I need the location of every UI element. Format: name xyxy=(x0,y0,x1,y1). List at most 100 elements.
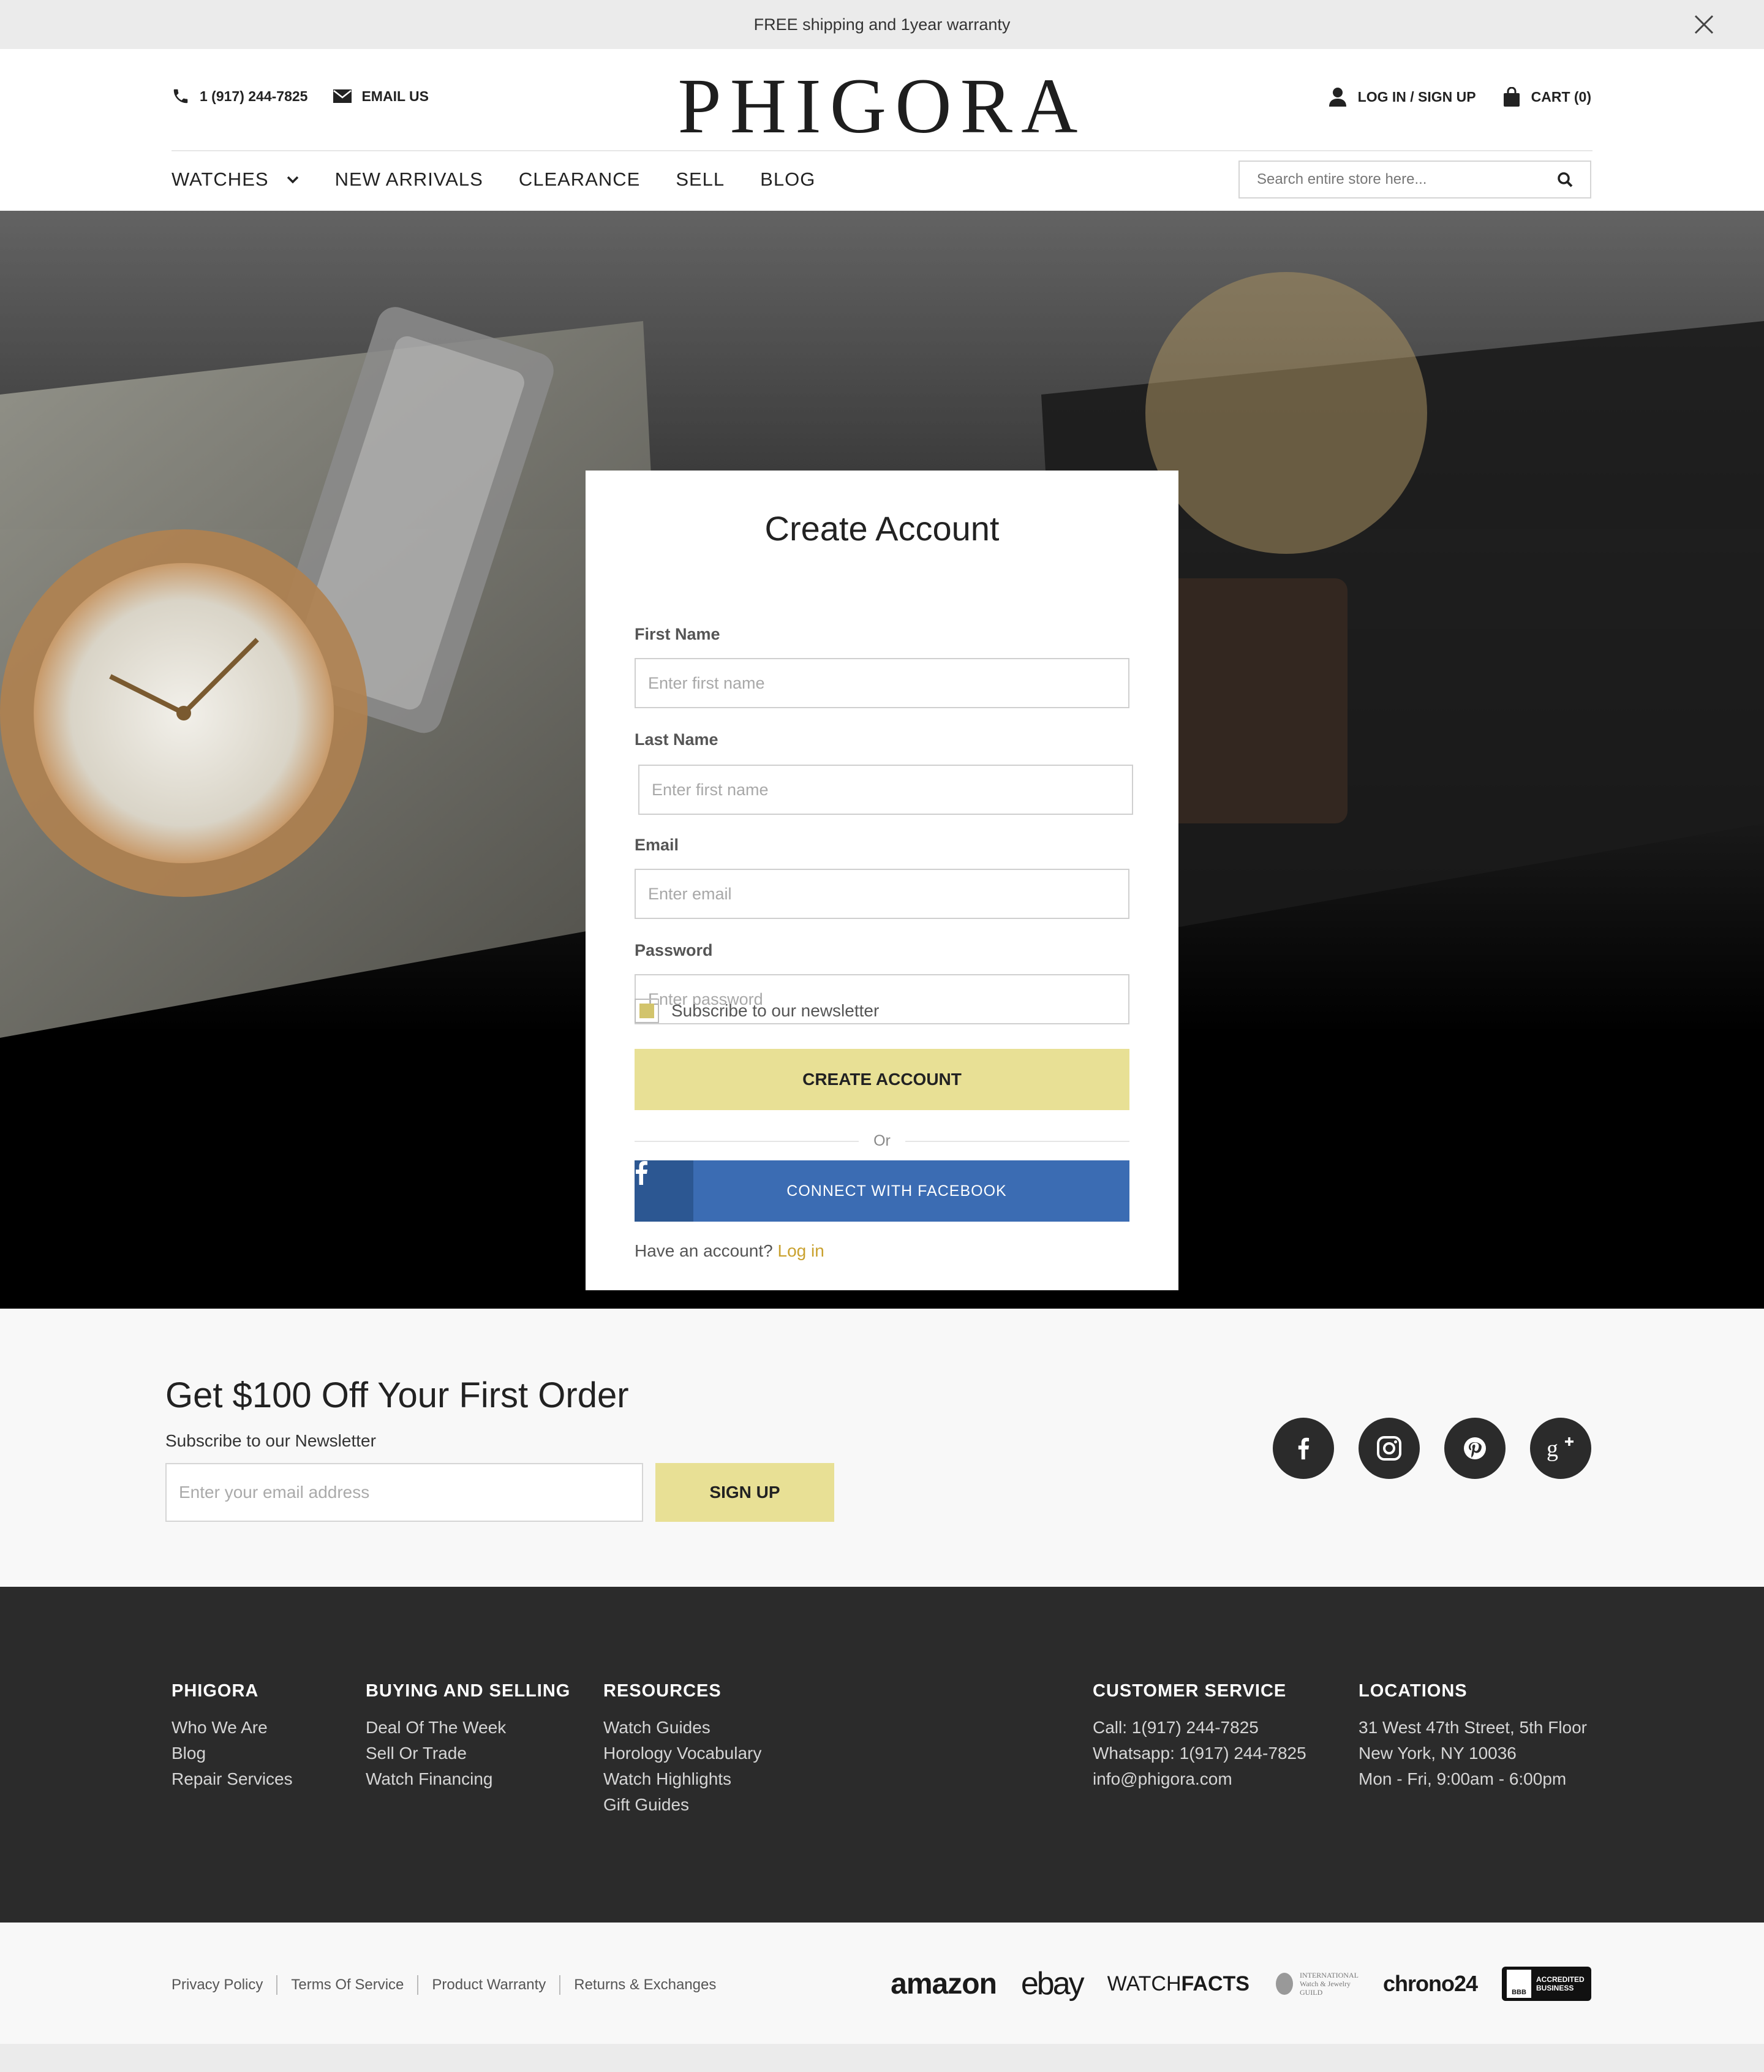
login-link[interactable]: Log in xyxy=(778,1241,824,1260)
legal-link-warranty[interactable]: Product Warranty xyxy=(432,1976,546,1994)
newsletter-email-input[interactable]: Enter your email address xyxy=(165,1463,643,1522)
guild-emblem-icon xyxy=(1275,1973,1293,1995)
first-name-field[interactable]: Enter first name xyxy=(635,658,1129,708)
create-account-button[interactable]: CREATE ACCOUNT xyxy=(635,1049,1129,1110)
footer-col-locations: LOCATIONS 31 West 47th Street, 5th Floor… xyxy=(1359,1681,1587,1792)
create-account-card: Create Account First Name Enter first na… xyxy=(586,471,1178,1290)
checkbox-fill xyxy=(639,1004,654,1018)
instagram-social-link[interactable] xyxy=(1359,1418,1420,1479)
site-footer: PHIGORA Who We Are Blog Repair Services … xyxy=(0,1587,1764,1923)
footer-col-title: PHIGORA xyxy=(172,1681,259,1701)
login-link[interactable]: LOG IN / SIGN UP xyxy=(1329,87,1476,107)
chrono24-logo[interactable]: chrono24 xyxy=(1382,1971,1478,1997)
sign-up-label: SIGN UP xyxy=(709,1483,780,1502)
legal-links: Privacy Policy Terms Of Service Product … xyxy=(172,1975,716,1995)
ebay-logo[interactable]: ebay xyxy=(1021,1965,1085,2002)
sign-up-button[interactable]: SIGN UP xyxy=(655,1463,834,1522)
watch-jewelry-guild-logo[interactable]: INTERNATIONAL Watch & Jewelry GUILD xyxy=(1274,1971,1359,1997)
footer-col-title: RESOURCES xyxy=(603,1681,722,1701)
or-divider: Or xyxy=(635,1132,1129,1150)
close-icon[interactable] xyxy=(1693,13,1715,36)
facebook-connect-button[interactable]: CONNECT WITH FACEBOOK xyxy=(635,1160,1129,1222)
newsletter-checkbox-label: Subscribe to our newsletter xyxy=(671,1001,880,1020)
footer-link[interactable]: Whatsapp: 1(917) 244-7825 xyxy=(1093,1741,1306,1766)
nav-item-blog[interactable]: BLOG xyxy=(760,168,815,191)
amazon-logo[interactable]: amazon xyxy=(891,1967,997,2001)
legal-separator xyxy=(276,1975,278,1995)
bbb-line: ACCREDITED xyxy=(1536,1975,1585,1984)
shopping-bag-icon xyxy=(1503,87,1520,107)
guild-line: Watch & Jewelry xyxy=(1299,1979,1351,1988)
footer-link[interactable]: Who We Are xyxy=(172,1715,293,1741)
last-name-field[interactable]: Enter first name xyxy=(638,765,1133,815)
page-bottom-strip xyxy=(0,2044,1764,2072)
user-icon xyxy=(1329,88,1346,107)
have-account-row: Have an account? Log in xyxy=(635,1241,824,1261)
search-icon[interactable] xyxy=(1557,172,1573,187)
bbb-accredited-logo[interactable]: BBB ACCREDITED BUSINESS xyxy=(1502,1967,1591,2001)
footer-col-buying-selling: BUYING AND SELLING Deal Of The Week Sell… xyxy=(366,1681,570,1792)
social-links: g xyxy=(1273,1418,1591,1479)
create-account-label: CREATE ACCOUNT xyxy=(802,1070,962,1089)
watchfacts-logo[interactable]: WATCHFACTS xyxy=(1107,1972,1250,1996)
footer-link[interactable]: Watch Financing xyxy=(366,1766,570,1792)
cart-link[interactable]: CART (0) xyxy=(1503,87,1591,107)
nav-item-new-arrivals[interactable]: NEW ARRIVALS xyxy=(335,168,483,191)
guild-line: GUILD xyxy=(1299,1988,1323,1997)
nav-item-clearance[interactable]: CLEARANCE xyxy=(519,168,641,191)
bbb-line: BUSINESS xyxy=(1536,1984,1574,1992)
facebook-icon-box xyxy=(635,1160,693,1222)
chrono24-logo-text: chrono24 xyxy=(1382,1971,1478,1996)
password-label: Password xyxy=(635,941,713,959)
partner-logos: amazon ebay WATCHFACTS INTERNATIONAL Wat… xyxy=(891,1959,1591,2008)
email-label: Email xyxy=(635,836,679,854)
legal-link-returns[interactable]: Returns & Exchanges xyxy=(574,1976,716,1994)
footer-col-title: CUSTOMER SERVICE xyxy=(1093,1681,1287,1701)
or-line-right xyxy=(905,1140,1129,1142)
last-name-placeholder: Enter first name xyxy=(652,780,769,799)
newsletter-email-placeholder: Enter your email address xyxy=(179,1483,370,1502)
announcement-bar: FREE shipping and 1year warranty xyxy=(0,0,1764,49)
guild-line: INTERNATIONAL xyxy=(1299,1971,1359,1979)
footer-link[interactable]: Sell Or Trade xyxy=(366,1741,570,1766)
search-placeholder: Search entire store here... xyxy=(1257,171,1427,187)
footer-link[interactable]: info@phigora.com xyxy=(1093,1766,1306,1792)
footer-link[interactable]: Horology Vocabulary xyxy=(603,1741,761,1766)
nav-label: CLEARANCE xyxy=(518,168,641,190)
email-placeholder: Enter email xyxy=(648,884,732,903)
legal-link-terms[interactable]: Terms Of Service xyxy=(291,1976,404,1994)
have-account-text: Have an account? xyxy=(635,1241,773,1260)
announcement-text: FREE shipping and 1year warranty xyxy=(753,15,1011,34)
newsletter-checkbox[interactable] xyxy=(635,999,659,1023)
footer-link[interactable]: Watch Guides xyxy=(603,1715,761,1741)
form-title: Create Account xyxy=(764,509,1000,548)
watchfacts-logo-text-a: WATCH xyxy=(1107,1972,1182,1995)
facebook-icon xyxy=(636,1161,647,1185)
newsletter-subheading: Subscribe to our Newsletter xyxy=(165,1431,376,1450)
footer-link[interactable]: Deal Of The Week xyxy=(366,1715,570,1741)
google-plus-social-link[interactable]: g xyxy=(1530,1418,1591,1479)
legal-link-privacy[interactable]: Privacy Policy xyxy=(172,1976,263,1994)
nav-item-watches[interactable]: WATCHES xyxy=(172,168,300,191)
newsletter-checkbox-row[interactable]: Subscribe to our newsletter xyxy=(635,999,879,1023)
site-header: 1 (917) 244-7825 EMAIL US PHIGORA LOG IN… xyxy=(0,49,1764,211)
facebook-social-link[interactable] xyxy=(1273,1418,1334,1479)
footer-link[interactable]: Gift Guides xyxy=(603,1792,761,1818)
footer-link[interactable]: Blog xyxy=(172,1741,293,1766)
search-input[interactable]: Search entire store here... xyxy=(1238,161,1591,199)
nav-label: WATCHES xyxy=(172,168,269,190)
or-text: Or xyxy=(873,1132,891,1149)
footer-link[interactable]: Watch Highlights xyxy=(603,1766,761,1792)
header-divider xyxy=(172,150,1593,151)
watchfacts-logo-text-b: FACTS xyxy=(1181,1972,1250,1995)
pinterest-social-link[interactable] xyxy=(1444,1418,1506,1479)
login-label: LOG IN / SIGN UP xyxy=(1357,88,1476,105)
footer-link[interactable]: Call: 1(917) 244-7825 xyxy=(1093,1715,1306,1741)
first-name-label: First Name xyxy=(635,625,720,643)
legal-separator xyxy=(559,1975,561,1995)
footer-link[interactable]: Repair Services xyxy=(172,1766,293,1792)
email-field[interactable]: Enter email xyxy=(635,869,1129,919)
nav-item-sell[interactable]: SELL xyxy=(676,168,725,191)
last-name-label: Last Name xyxy=(635,730,718,749)
footer-col-resources: RESOURCES Watch Guides Horology Vocabula… xyxy=(603,1681,761,1818)
